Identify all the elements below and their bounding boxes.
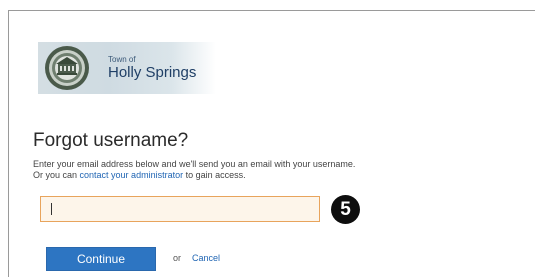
page-title: Forgot username? [33, 130, 189, 151]
instructions-suffix: to gain access. [183, 170, 246, 180]
step-number-badge: 5 [331, 195, 360, 224]
or-separator: or [173, 253, 182, 263]
cancel-link[interactable]: Cancel [192, 253, 220, 263]
email-input[interactable] [40, 196, 320, 222]
logo-town-name: Holly Springs [108, 64, 197, 81]
continue-button[interactable]: Continue [46, 247, 156, 271]
town-seal-icon [45, 46, 89, 90]
instructions-text: Enter your email address below and we'll… [33, 159, 355, 181]
instructions-line-1: Enter your email address below and we'll… [33, 159, 356, 169]
contact-administrator-link[interactable]: contact your administrator [80, 170, 184, 180]
instructions-line-2: Or you can contact your administrator to… [33, 170, 355, 181]
instructions-prefix: Or you can [33, 170, 80, 180]
text-cursor [51, 203, 52, 215]
logo-town-of-text: Town of [108, 55, 136, 64]
